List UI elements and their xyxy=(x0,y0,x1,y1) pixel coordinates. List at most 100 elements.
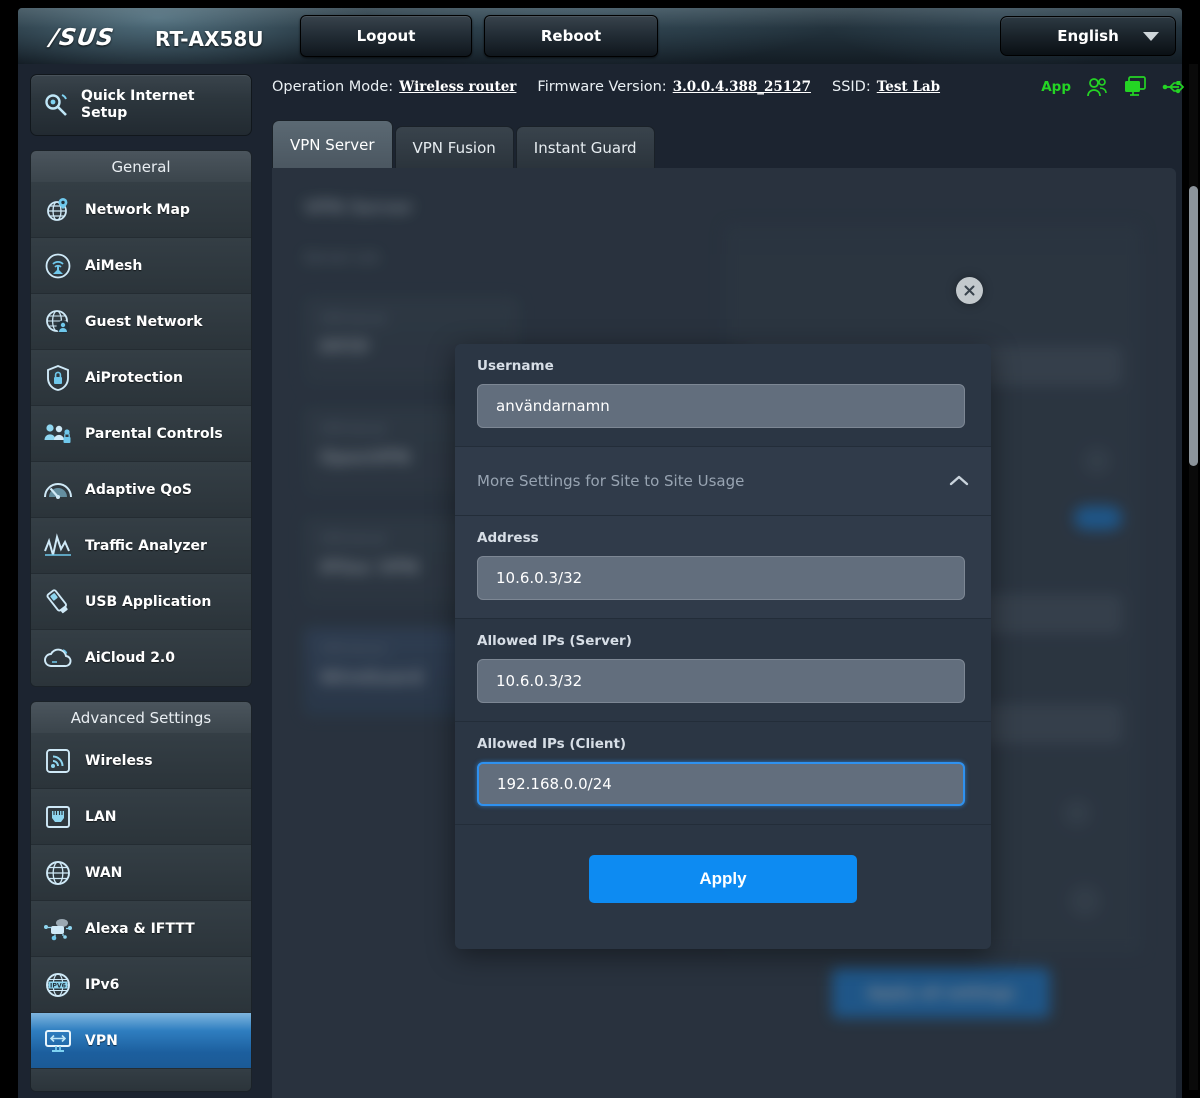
sidebar-item-vpn[interactable]: VPN xyxy=(31,1013,251,1069)
peer-modal: Peer Username användarnamn More Settings… xyxy=(272,168,1176,1098)
alexa-ifttt-icon xyxy=(43,914,73,944)
router-admin-page: /SUS RT-AX58U Logout Reboot English Oper… xyxy=(0,0,1200,1098)
more-settings-toggle[interactable]: More Settings for Site to Site Usage xyxy=(455,447,991,516)
ssid-label: SSID: xyxy=(831,79,871,95)
chevron-down-icon xyxy=(1143,32,1159,41)
cloud-icon xyxy=(43,643,73,673)
parental-controls-icon xyxy=(43,419,73,449)
sidebar-general-list: Network Map AiMesh Guest Network AiProte… xyxy=(30,182,252,687)
sidebar-item-network-map-label: Network Map xyxy=(85,201,190,218)
network-map-icon xyxy=(43,195,73,225)
sidebar-item-adaptive-qos-label: Adaptive QoS xyxy=(85,481,192,498)
reboot-button[interactable]: Reboot xyxy=(484,15,658,57)
quick-setup-icon xyxy=(41,90,71,120)
allowed-ips-client-input[interactable]: 192.168.0.0/24 xyxy=(477,762,965,806)
monitor-icon[interactable] xyxy=(1123,76,1147,97)
guest-network-icon xyxy=(43,307,73,337)
tab-instant-guard[interactable]: Instant Guard xyxy=(515,126,655,168)
firmware-version-label: Firmware Version: xyxy=(537,79,667,95)
sidebar-item-guest-network[interactable]: Guest Network xyxy=(31,294,251,350)
usb-icon[interactable] xyxy=(1162,79,1186,95)
sidebar-item-guest-network-label: Guest Network xyxy=(85,313,203,330)
language-selector-label: English xyxy=(1057,27,1119,45)
sidebar-item-aiprotection-label: AiProtection xyxy=(85,369,183,386)
status-icon-group: App xyxy=(1041,76,1186,97)
svg-text:IPV6: IPV6 xyxy=(50,982,66,989)
sidebar-item-wireless-label: Wireless xyxy=(85,752,153,769)
sidebar-item-aicloud-label: AiCloud 2.0 xyxy=(85,650,175,666)
sidebar-item-vpn-label: VPN xyxy=(85,1032,118,1049)
allowed-ips-server-input[interactable]: 10.6.0.3/32 xyxy=(477,659,965,703)
aimesh-icon xyxy=(43,251,73,281)
close-icon[interactable] xyxy=(956,277,983,304)
allowed-ips-server-label: Allowed IPs (Server) xyxy=(477,633,632,649)
sidebar-item-usb-application[interactable]: USB Application xyxy=(31,574,251,630)
sidebar-item-parental-controls[interactable]: Parental Controls xyxy=(31,406,251,462)
username-input[interactable]: användarnamn xyxy=(477,384,965,428)
content-area: VPN Server VPN Fusion Instant Guard VPN … xyxy=(272,118,1182,1098)
sidebar-item-ipv6-label: IPv6 xyxy=(85,976,120,993)
sidebar-group-general: General xyxy=(30,150,252,182)
sidebar-item-wireless[interactable]: Wireless xyxy=(31,733,251,789)
sidebar-item-partial[interactable] xyxy=(31,1069,251,1091)
chevron-up-icon xyxy=(949,472,969,491)
router-model-name: RT-AX58U xyxy=(155,27,264,51)
apply-section: Apply xyxy=(455,825,991,943)
allowed-ips-client-label: Allowed IPs (Client) xyxy=(477,736,627,752)
sidebar-item-alexa-ifttt-label: Alexa & IFTTT xyxy=(85,920,195,937)
sidebar-item-aiprotection[interactable]: AiProtection xyxy=(31,350,251,406)
allowed-ips-server-section: Allowed IPs (Server) 10.6.0.3/32 xyxy=(455,619,991,722)
logout-button[interactable]: Logout xyxy=(300,15,472,57)
traffic-analyzer-icon xyxy=(43,531,73,561)
firmware-version-value[interactable]: 3.0.0.4.388_25127 xyxy=(673,79,811,95)
username-label: Username xyxy=(477,358,554,374)
asus-logo: /SUS xyxy=(48,25,117,51)
sidebar-item-ipv6[interactable]: IPV6 IPv6 xyxy=(31,957,251,1013)
gauge-icon xyxy=(43,475,73,505)
tab-vpn-server[interactable]: VPN Server xyxy=(272,120,393,168)
sidebar-advanced-list: Wireless LAN WAN Alexa & IFTTT IPV6 IPv6… xyxy=(30,733,252,1092)
allowed-ips-client-section: Allowed IPs (Client) 192.168.0.0/24 xyxy=(455,722,991,825)
tab-bar: VPN Server VPN Fusion Instant Guard xyxy=(272,118,1182,168)
sidebar-item-lan-label: LAN xyxy=(85,808,117,825)
sidebar-group-advanced-settings: Advanced Settings xyxy=(30,701,252,733)
sidebar-item-traffic-analyzer-label: Traffic Analyzer xyxy=(85,537,207,554)
sidebar-item-aimesh[interactable]: AiMesh xyxy=(31,238,251,294)
address-label: Address xyxy=(477,530,539,546)
sidebar-item-wan[interactable]: WAN xyxy=(31,845,251,901)
sidebar-item-parental-controls-label: Parental Controls xyxy=(85,425,223,442)
vpn-server-panel: VPN Server Server List VPN Server PPTP V… xyxy=(272,168,1176,1098)
address-input[interactable]: 10.6.0.3/32 xyxy=(477,556,965,600)
usb-application-icon xyxy=(43,587,73,617)
apply-button[interactable]: Apply xyxy=(589,855,857,903)
username-section: Username användarnamn xyxy=(455,344,991,447)
lan-icon xyxy=(43,802,73,832)
sidebar-item-usb-application-label: USB Application xyxy=(85,593,212,610)
sidebar-item-quick-internet-setup-label: Quick Internet Setup xyxy=(81,88,195,121)
wireless-icon xyxy=(43,746,73,776)
sidebar-item-alexa-ifttt[interactable]: Alexa & IFTTT xyxy=(31,901,251,957)
sidebar: Quick Internet Setup General Network Map xyxy=(30,74,252,1092)
sidebar-item-lan[interactable]: LAN xyxy=(31,789,251,845)
operation-mode-value[interactable]: Wireless router xyxy=(399,79,516,95)
ipv6-icon: IPV6 xyxy=(43,970,73,1000)
sidebar-item-adaptive-qos[interactable]: Adaptive QoS xyxy=(31,462,251,518)
sidebar-item-wan-label: WAN xyxy=(85,864,123,881)
peer-modal-body: Username användarnamn More Settings for … xyxy=(455,344,991,949)
scrollbar-thumb[interactable] xyxy=(1189,186,1198,466)
sidebar-item-aicloud[interactable]: AiCloud 2.0 xyxy=(31,630,251,686)
operation-mode-label: Operation Mode: xyxy=(272,79,394,95)
tab-vpn-fusion[interactable]: VPN Fusion xyxy=(394,126,514,168)
sidebar-item-traffic-analyzer[interactable]: Traffic Analyzer xyxy=(31,518,251,574)
sidebar-item-aimesh-label: AiMesh xyxy=(85,257,143,274)
language-selector[interactable]: English xyxy=(1000,16,1176,56)
wan-globe-icon xyxy=(43,858,73,888)
shield-lock-icon xyxy=(43,363,73,393)
sidebar-item-network-map[interactable]: Network Map xyxy=(31,182,251,238)
address-section: Address 10.6.0.3/32 xyxy=(455,516,991,619)
ssid-value[interactable]: Test Lab xyxy=(877,79,940,95)
users-icon[interactable] xyxy=(1086,77,1108,97)
more-settings-label: More Settings for Site to Site Usage xyxy=(477,472,745,490)
sidebar-item-quick-internet-setup[interactable]: Quick Internet Setup xyxy=(30,74,252,136)
app-link[interactable]: App xyxy=(1041,79,1071,95)
